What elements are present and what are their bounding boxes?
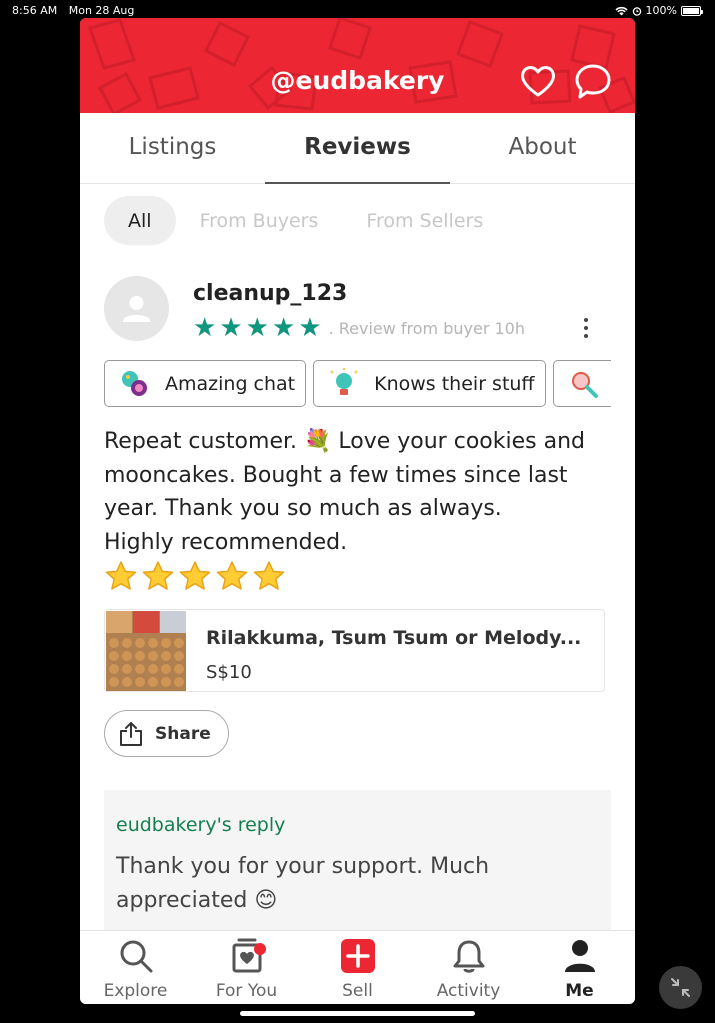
bell-icon xyxy=(453,940,484,973)
notification-dot xyxy=(254,943,266,955)
nav-label: Sell xyxy=(342,981,373,1001)
nav-explore[interactable]: Explore xyxy=(80,931,191,1004)
badge-knows-their-stuff[interactable]: Knows their stuff xyxy=(313,360,546,407)
profile-icon xyxy=(564,940,595,972)
magnifier-badge-icon xyxy=(571,371,598,398)
star-icon: ★ xyxy=(271,313,296,343)
star-icon: ★ xyxy=(298,313,322,343)
star-icon: ★ xyxy=(245,313,269,343)
seller-reply: eudbakery's reply Thank you for your sup… xyxy=(104,790,611,935)
reply-text: Thank you for your support. Much appreci… xyxy=(116,854,490,913)
review-text-line: year. Thank you so much as always. xyxy=(104,496,502,521)
wifi-icon xyxy=(614,6,628,15)
star-icon: ★ xyxy=(193,313,217,343)
battery-icon xyxy=(681,5,703,16)
reviewed-listing-card[interactable]: Rilakkuma, Tsum Tsum or Melody... S$10 xyxy=(104,609,605,692)
reviewer-username[interactable]: cleanup_123 xyxy=(193,281,347,306)
status-bar: 8:56 AM Mon 28 Aug 100% xyxy=(0,0,715,20)
reply-label: eudbakery's reply xyxy=(116,814,286,836)
avatar[interactable] xyxy=(104,276,169,341)
review-text-line: Highly recommended. xyxy=(104,529,348,555)
nav-activity[interactable]: Activity xyxy=(413,931,524,1004)
chat-bubble-icon[interactable] xyxy=(574,62,612,100)
home-indicator[interactable] xyxy=(240,1011,475,1016)
review-rating: ★ ★ ★ ★ ★ . Review from buyer 10h xyxy=(193,315,525,341)
heart-icon[interactable] xyxy=(519,62,557,100)
review-text-line: Repeat customer. 💐 Love your cookies and xyxy=(104,429,585,454)
lightbulb-badge-icon xyxy=(330,367,358,395)
collapse-arrows-icon xyxy=(671,978,690,997)
alarm-icon xyxy=(632,6,641,16)
filter-all[interactable]: All xyxy=(104,196,176,245)
filter-from-sellers[interactable]: From Sellers xyxy=(342,196,507,245)
nav-label: Explore xyxy=(103,981,168,1001)
share-label: Share xyxy=(155,723,211,744)
listing-thumbnail xyxy=(106,611,186,691)
star-emoji-icon xyxy=(216,561,248,590)
listing-title: Rilakkuma, Tsum Tsum or Melody... xyxy=(206,627,582,649)
app-window: @eudbakery Listings Reviews About All Fr… xyxy=(80,18,635,1004)
review-text: Repeat customer. 💐 Love your cookies and… xyxy=(104,425,609,559)
chat-badge-icon xyxy=(122,370,147,396)
star-icon: ★ xyxy=(219,313,243,343)
review-meta: . Review from buyer 10h xyxy=(328,318,525,338)
tab-about[interactable]: About xyxy=(450,113,635,183)
badge-label: Amazing chat xyxy=(165,372,296,395)
sell-plus-icon xyxy=(340,939,375,973)
star-emoji-icon xyxy=(179,561,211,590)
more-options-icon[interactable] xyxy=(578,315,594,341)
badge-label: Knows their stuff xyxy=(374,372,535,395)
profile-header: @eudbakery xyxy=(80,18,635,113)
battery-percent: 100% xyxy=(645,4,677,17)
listing-price: S$10 xyxy=(206,662,252,683)
star-emoji-icon xyxy=(105,561,137,590)
nav-label: Me xyxy=(565,981,594,1001)
nav-me[interactable]: Me xyxy=(524,931,635,1004)
badge-amazing-chat[interactable]: Amazing chat xyxy=(104,360,307,407)
nav-label: For You xyxy=(215,981,278,1001)
status-date: Mon 28 Aug xyxy=(68,4,135,17)
star-emoji-icon xyxy=(142,561,174,590)
star-emoji-icon xyxy=(253,561,285,590)
review-filters: All From Buyers From Sellers xyxy=(104,196,507,245)
tab-reviews[interactable]: Reviews xyxy=(265,113,450,184)
nav-for-you[interactable]: For You xyxy=(191,931,302,1004)
status-time: 8:56 AM xyxy=(12,4,58,17)
share-icon xyxy=(120,721,142,746)
profile-tabs: Listings Reviews About xyxy=(80,113,635,184)
share-button[interactable]: Share xyxy=(104,710,229,757)
badge-partial[interactable] xyxy=(552,360,611,407)
review-text-line: mooncakes. Bought a few times since last xyxy=(104,462,568,488)
tab-listings[interactable]: Listings xyxy=(80,113,265,183)
bottom-navigation: Explore For You Sell Activity Me xyxy=(80,930,635,1004)
compliment-badges: Amazing chat Knows their stuff xyxy=(104,360,611,408)
filter-from-buyers[interactable]: From Buyers xyxy=(176,196,343,245)
emoji-stars xyxy=(104,560,286,592)
collapse-window-button[interactable] xyxy=(659,966,702,1009)
nav-sell[interactable]: Sell xyxy=(302,931,413,1004)
search-icon xyxy=(120,940,152,973)
nav-label: Activity xyxy=(436,981,501,1001)
